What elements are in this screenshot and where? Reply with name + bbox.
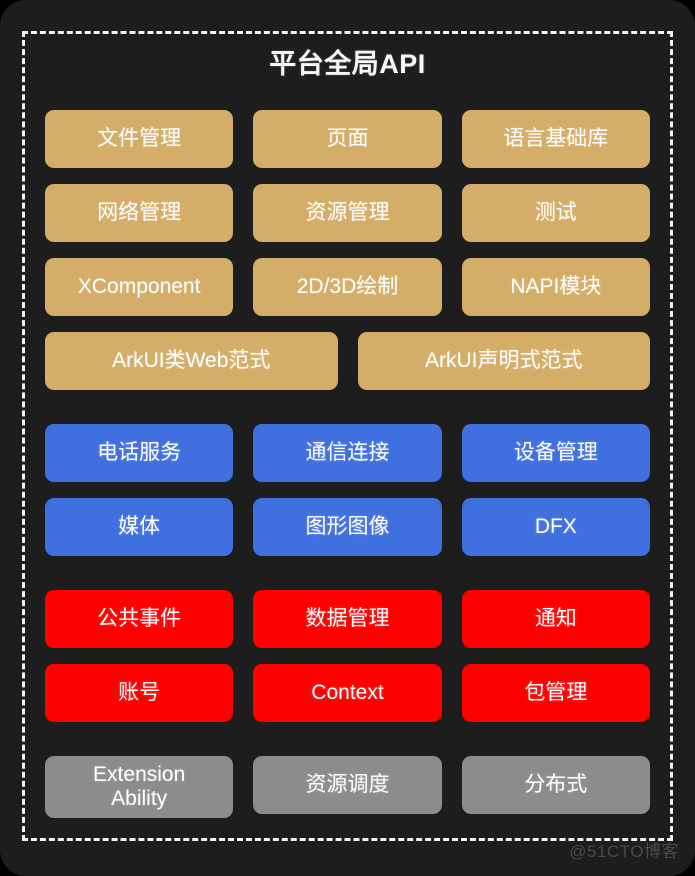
module-row: XComponent 2D/3D绘制 NAPI模块	[45, 258, 650, 316]
module-box[interactable]: 电话服务	[45, 424, 234, 482]
module-box[interactable]: 文件管理	[45, 110, 234, 168]
module-row: Extension Ability 资源调度 分布式	[45, 756, 650, 818]
module-box[interactable]: 测试	[461, 184, 650, 242]
module-row: 公共事件 数据管理 通知	[45, 590, 650, 648]
module-box[interactable]: ArkUI声明式范式	[357, 332, 650, 390]
gold-group: 文件管理 页面 语言基础库 网络管理 资源管理 测试 XComponent 2D/3D绘制 NA…	[45, 110, 650, 390]
module-box[interactable]: 页面	[253, 110, 442, 168]
module-box[interactable]: 语言基础库	[461, 110, 650, 168]
module-box[interactable]: 包管理	[461, 664, 650, 722]
module-box[interactable]: 通信连接	[253, 424, 442, 482]
module-box[interactable]: DFX	[461, 498, 650, 556]
module-box[interactable]: 公共事件	[45, 590, 234, 648]
module-box[interactable]: Extension Ability	[45, 756, 234, 818]
diagram-content: 平台全局API 文件管理 页面 语言基础库 网络管理 资源管理 测试 XComponent 2…	[22, 31, 673, 841]
module-box[interactable]: 2D/3D绘制	[253, 258, 442, 316]
diagram-stage: 平台全局API 文件管理 页面 语言基础库 网络管理 资源管理 测试 XComponent 2…	[0, 0, 695, 876]
module-box[interactable]: 网络管理	[45, 184, 234, 242]
module-box[interactable]: 通知	[461, 590, 650, 648]
module-box[interactable]: 账号	[45, 664, 234, 722]
module-box[interactable]: XComponent	[45, 258, 234, 316]
module-row: 电话服务 通信连接 设备管理	[45, 424, 650, 482]
module-row: 媒体 图形图像 DFX	[45, 498, 650, 556]
module-row: 网络管理 资源管理 测试	[45, 184, 650, 242]
module-box[interactable]: ArkUI类Web范式	[45, 332, 338, 390]
module-box[interactable]: 资源管理	[253, 184, 442, 242]
module-row: 账号 Context 包管理	[45, 664, 650, 722]
module-row: 文件管理 页面 语言基础库	[45, 110, 650, 168]
red-group: 公共事件 数据管理 通知 账号 Context 包管理	[45, 590, 650, 722]
gray-group: Extension Ability 资源调度 分布式	[45, 756, 650, 818]
blue-group: 电话服务 通信连接 设备管理 媒体 图形图像 DFX	[45, 424, 650, 556]
module-box[interactable]: NAPI模块	[461, 258, 650, 316]
module-box[interactable]: 媒体	[45, 498, 234, 556]
module-box[interactable]: 资源调度	[253, 756, 442, 814]
module-box[interactable]: Context	[253, 664, 442, 722]
page-title: 平台全局API	[269, 49, 426, 79]
module-box[interactable]: 数据管理	[253, 590, 442, 648]
module-box[interactable]: 设备管理	[461, 424, 650, 482]
watermark-label: @51CTO博客	[569, 842, 679, 861]
module-row: ArkUI类Web范式 ArkUI声明式范式	[45, 332, 650, 390]
module-box[interactable]: 分布式	[461, 756, 650, 814]
module-sections: 文件管理 页面 语言基础库 网络管理 资源管理 测试 XComponent 2D/3D绘制 NA…	[45, 110, 650, 818]
module-box[interactable]: 图形图像	[253, 498, 442, 556]
